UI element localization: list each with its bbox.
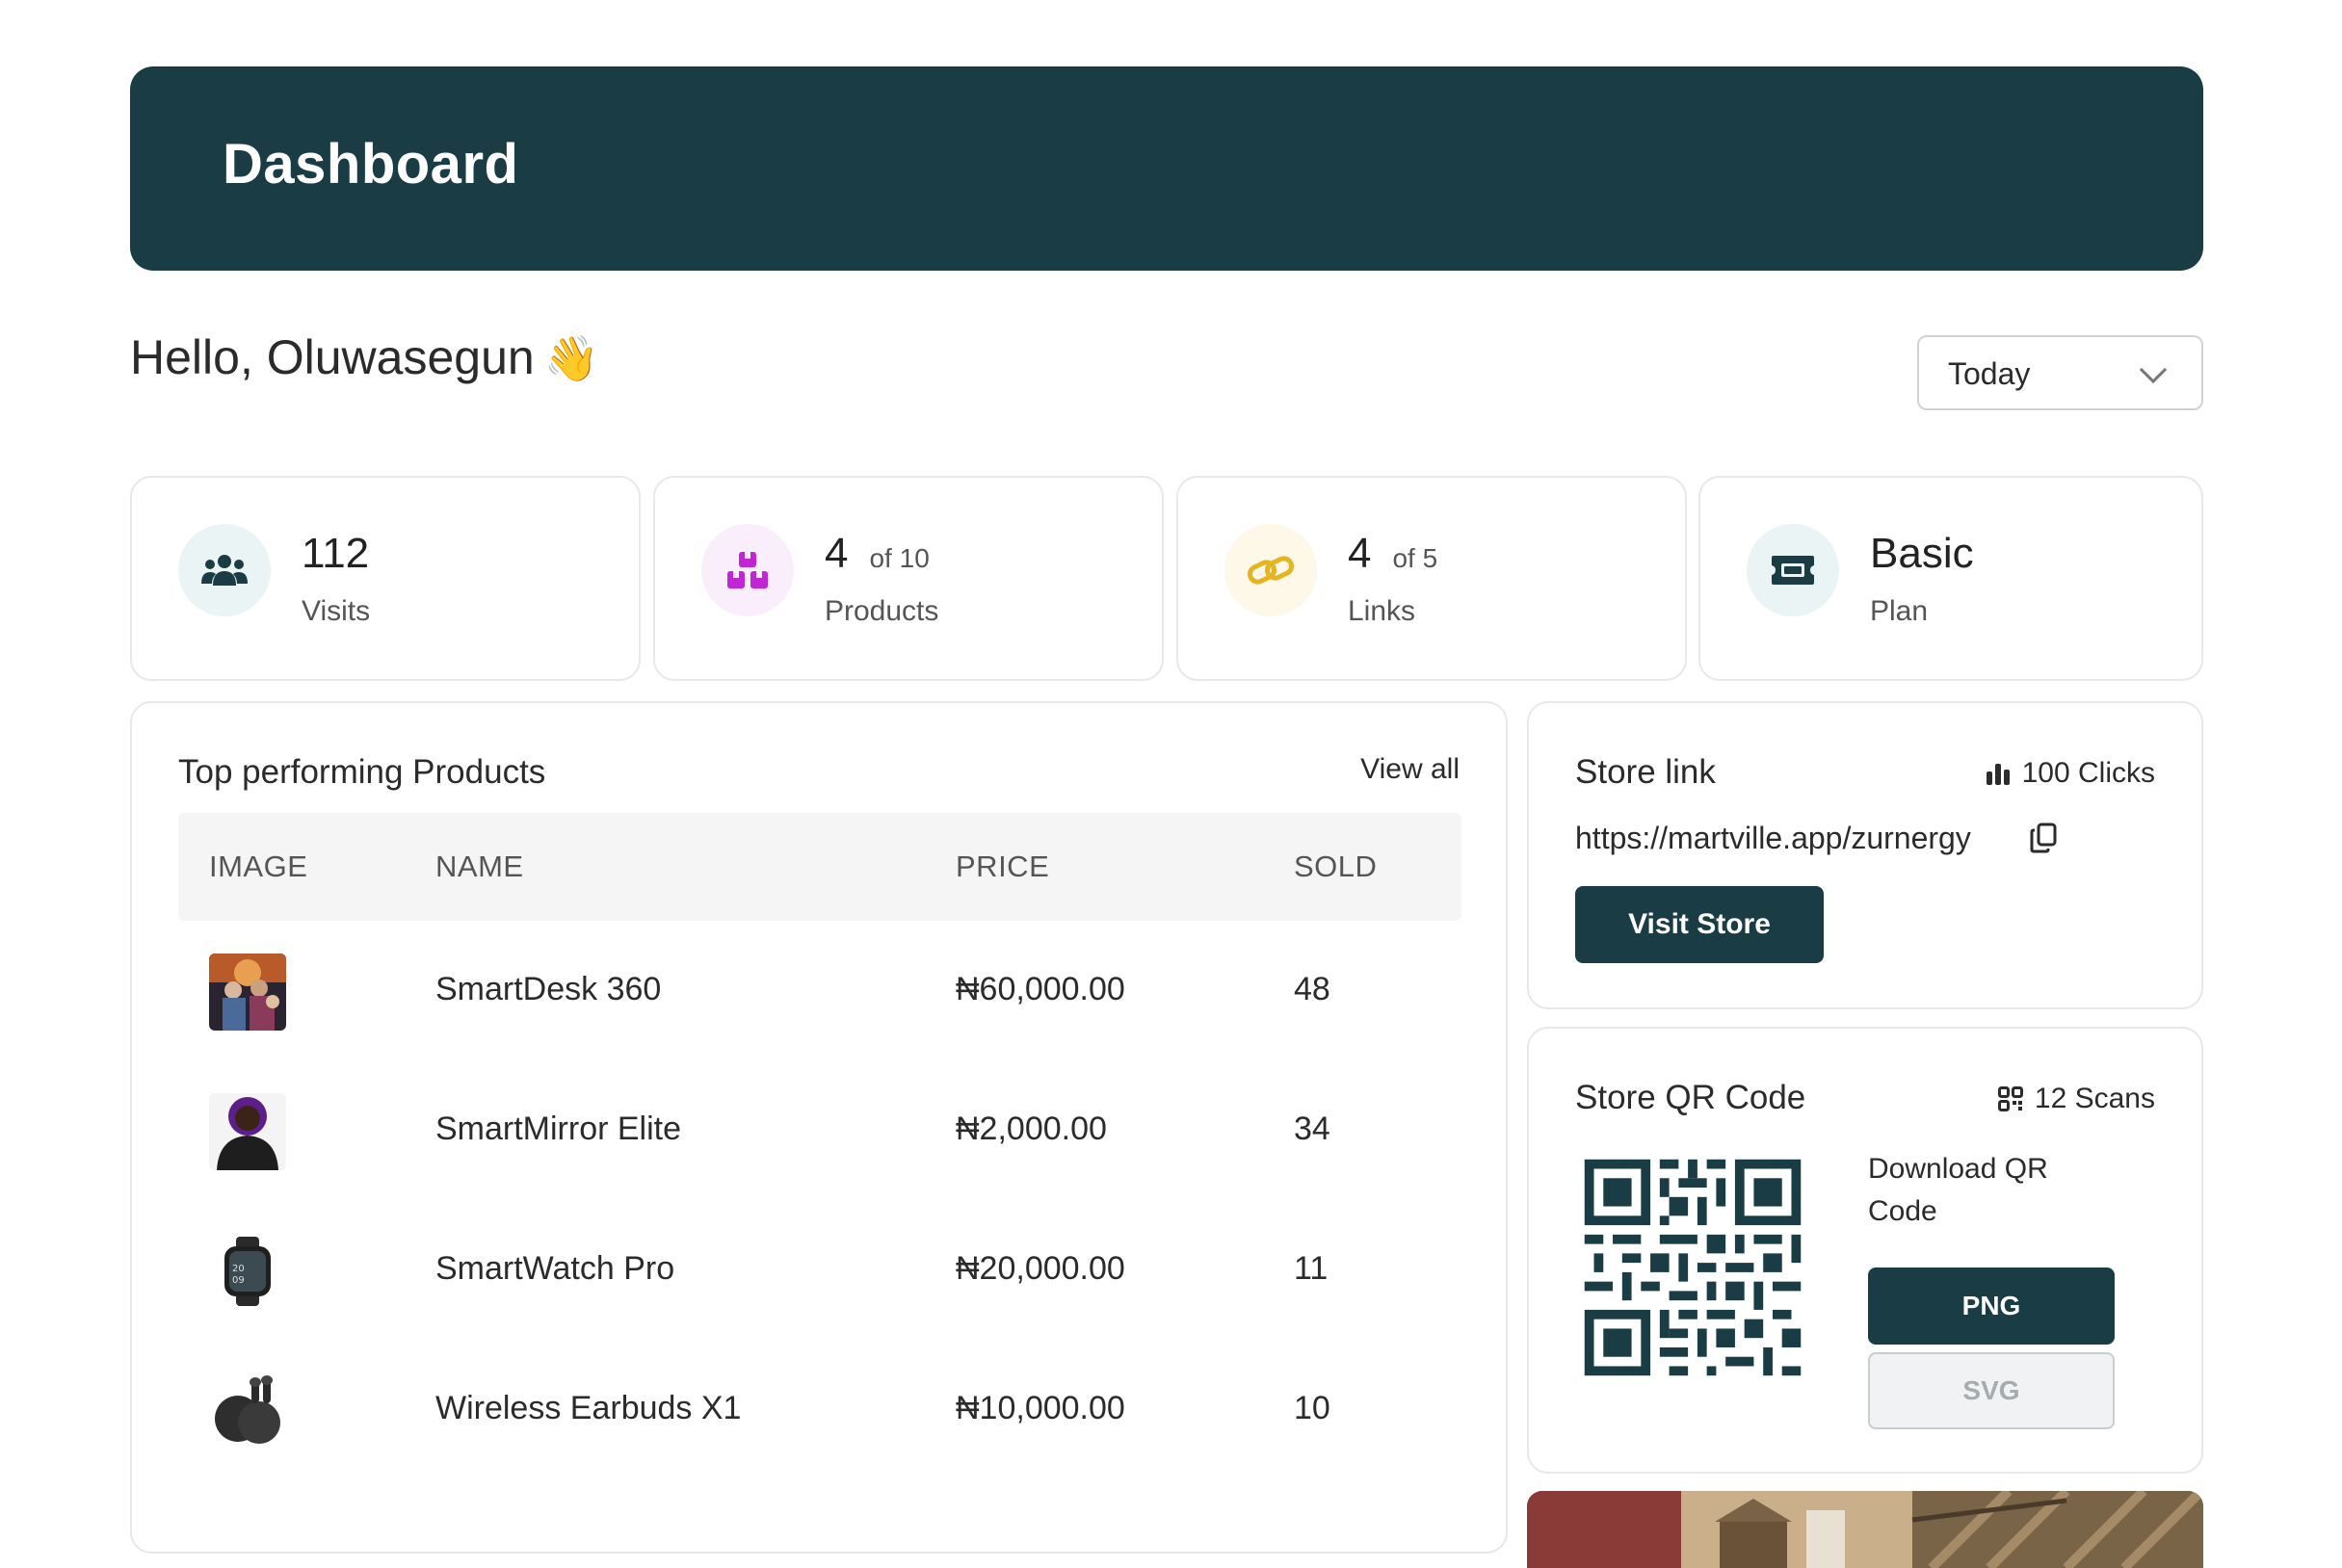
table-row[interactable]: SmartMirror Elite ₦2,000.00 34 xyxy=(178,1060,1461,1200)
stat-value: 112 xyxy=(302,530,370,577)
stat-card-links: 4 of 5 Links xyxy=(1176,476,1687,681)
chevron-down-icon xyxy=(2139,355,2168,384)
download-png-button[interactable]: PNG xyxy=(1868,1267,2115,1345)
svg-text:09: 09 xyxy=(232,1275,245,1286)
product-image xyxy=(209,954,286,1031)
column-header-sold: SOLD xyxy=(1294,849,1378,883)
ticket-icon xyxy=(1747,524,1839,616)
header-banner: Dashboard xyxy=(130,66,2203,271)
store-link-card: Store link 100 Clicks https://martville.… xyxy=(1527,701,2203,1009)
stat-card-plan: Basic Plan xyxy=(1698,476,2203,681)
store-qr-title: Store QR Code xyxy=(1575,1079,1806,1116)
stat-value: 4 of 5 xyxy=(1348,530,1438,577)
stat-card-products: 4 of 10 Products xyxy=(653,476,1164,681)
view-all-link[interactable]: View all xyxy=(1360,753,1460,786)
stat-value: Basic xyxy=(1870,530,1974,577)
stat-caption: Plan xyxy=(1870,595,1929,627)
column-header-price: PRICE xyxy=(956,849,1050,883)
product-name: SmartDesk 360 xyxy=(435,971,662,1007)
greeting-text: Hello, Oluwasegun xyxy=(130,330,535,384)
column-header-image: IMAGE xyxy=(209,849,308,883)
product-sold: 48 xyxy=(1294,971,1330,1007)
product-image xyxy=(209,1093,286,1170)
qr-icon xyxy=(1997,1086,2023,1111)
period-select[interactable]: Today xyxy=(1917,335,2203,410)
greeting: Hello, Oluwasegun 👋 xyxy=(130,329,599,385)
stat-value: 4 of 10 xyxy=(825,530,930,577)
product-price: ₦2,000.00 xyxy=(956,1111,1107,1147)
stat-caption: Visits xyxy=(302,595,371,627)
svg-text:20: 20 xyxy=(232,1264,245,1274)
boxes-icon xyxy=(701,524,794,616)
table-row[interactable]: SmartDesk 360 ₦60,000.00 48 xyxy=(178,921,1461,1060)
table-row[interactable]: Wireless Earbuds X1 ₦10,000.00 10 xyxy=(178,1340,1461,1479)
visit-store-button[interactable]: Visit Store xyxy=(1575,886,1824,963)
top-products-panel: Top performing Products View all IMAGE N… xyxy=(130,701,1508,1554)
product-price: ₦60,000.00 xyxy=(956,971,1125,1007)
promo-image xyxy=(1527,1491,2203,1568)
product-sold: 11 xyxy=(1294,1250,1329,1287)
top-products-title: Top performing Products xyxy=(178,753,546,791)
download-qr-label: Download QR Code xyxy=(1868,1153,2048,1227)
clicks-count: 100 Clicks xyxy=(1986,757,2155,790)
download-svg-button[interactable]: SVG xyxy=(1868,1352,2115,1429)
product-name: Wireless Earbuds X1 xyxy=(435,1390,742,1426)
product-image xyxy=(209,1372,286,1450)
bar-chart-icon xyxy=(1986,764,2010,785)
link-icon xyxy=(1224,524,1317,616)
store-link-title: Store link xyxy=(1575,753,1716,791)
waving-hand-icon: 👋 xyxy=(543,333,599,383)
stat-card-visits: 112 Visits xyxy=(130,476,641,681)
stat-caption: Products xyxy=(825,595,939,627)
table-header: IMAGE NAME PRICE SOLD xyxy=(178,813,1461,921)
copy-icon[interactable] xyxy=(2030,823,2057,853)
product-price: ₦10,000.00 xyxy=(956,1390,1125,1426)
store-qr-card: Store QR Code 12 Scans Download QR Code … xyxy=(1527,1027,2203,1474)
qr-code-image xyxy=(1575,1150,1810,1385)
product-price: ₦20,000.00 xyxy=(956,1250,1125,1287)
dashboard-page: Dashboard Hello, Oluwasegun 👋 Today 112 V… xyxy=(0,0,2342,1568)
product-sold: 10 xyxy=(1294,1390,1330,1426)
page-title: Dashboard xyxy=(223,133,519,196)
period-select-value: Today xyxy=(1948,356,2031,391)
table-row[interactable]: 20 09 SmartWatch Pro ₦20,000.00 11 xyxy=(178,1200,1461,1340)
product-name: SmartMirror Elite xyxy=(435,1111,682,1147)
store-url: https://martville.app/zurnergy xyxy=(1575,821,1971,855)
product-sold: 34 xyxy=(1294,1111,1330,1147)
product-name: SmartWatch Pro xyxy=(435,1250,675,1287)
product-image: 20 09 xyxy=(209,1233,286,1310)
column-header-name: NAME xyxy=(435,849,524,883)
stat-caption: Links xyxy=(1348,595,1416,627)
users-icon xyxy=(178,524,271,616)
scans-count: 12 Scans xyxy=(1997,1083,2155,1115)
